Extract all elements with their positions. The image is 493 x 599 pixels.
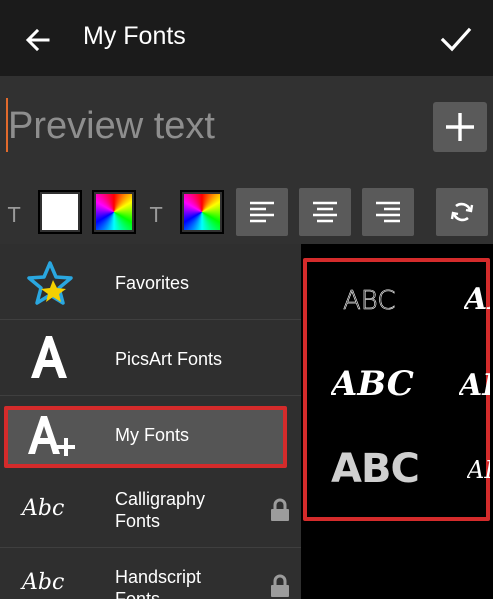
plus-icon [446,113,474,141]
back-arrow-icon[interactable] [22,24,54,56]
font-sample[interactable]: AB [464,282,490,317]
rotate-button[interactable] [436,188,488,236]
stroke-color-swatch[interactable] [180,190,224,234]
calligraphy-abc-icon: Abc [22,496,65,521]
font-grid-highlight: ABC AB ABC AB ABC AB [303,258,490,521]
page-title: My Fonts [83,22,186,50]
category-label: Handscript Fonts [115,566,201,599]
fill-color-swatch[interactable] [38,190,82,234]
letter-a-plus-icon [28,416,75,456]
align-right-icon [376,201,400,223]
text-color-label: T [8,203,21,227]
handscript-abc-icon: Abc [22,570,65,595]
stroke-color-label: T [150,203,163,227]
category-item-calligraphy-fonts[interactable]: Abc Calligraphy Fonts [0,472,301,548]
category-item-favorites[interactable]: Favorites [0,244,301,320]
letter-a-icon [31,336,67,378]
category-label: My Fonts [115,425,190,445]
star-icon [27,261,73,305]
font-sample[interactable]: AB [467,456,490,484]
top-app-bar: My Fonts [0,0,493,76]
category-label-line1: Handscript [115,567,202,587]
category-item-picsart-fonts[interactable]: PicsArt Fonts [0,320,301,396]
lock-icon [271,574,289,597]
category-item-handscript-fonts[interactable]: Abc Handscript Fonts [0,548,301,599]
align-right-button[interactable] [362,188,414,236]
color-wheel-icon [96,194,132,230]
category-item-my-fonts[interactable]: My Fonts [0,396,301,472]
category-label: PicsArt Fonts [115,349,223,369]
white-swatch-fill [42,194,78,230]
rotate-icon [450,202,474,222]
category-label-line2: Fonts [115,589,161,599]
font-sample[interactable]: ABC [343,286,396,316]
color-wheel-icon [184,194,220,230]
add-text-button[interactable] [433,102,487,152]
category-label-line2: Fonts [115,511,161,531]
font-sample[interactable]: ABC [331,446,419,492]
align-center-icon [313,201,337,223]
category-label-line1: Calligraphy [115,489,206,509]
preview-row [0,76,493,178]
align-left-button[interactable] [236,188,288,236]
font-sample[interactable]: AB [459,368,490,403]
lock-icon [271,498,289,521]
preview-text-input[interactable] [8,96,408,156]
font-sample[interactable]: ABC [331,364,414,404]
category-label: Calligraphy Fonts [115,488,205,532]
category-label: Favorites [115,273,190,293]
align-center-button[interactable] [299,188,351,236]
check-icon[interactable] [439,22,473,56]
align-left-icon [250,201,274,223]
fill-gradient-swatch[interactable] [92,190,136,234]
